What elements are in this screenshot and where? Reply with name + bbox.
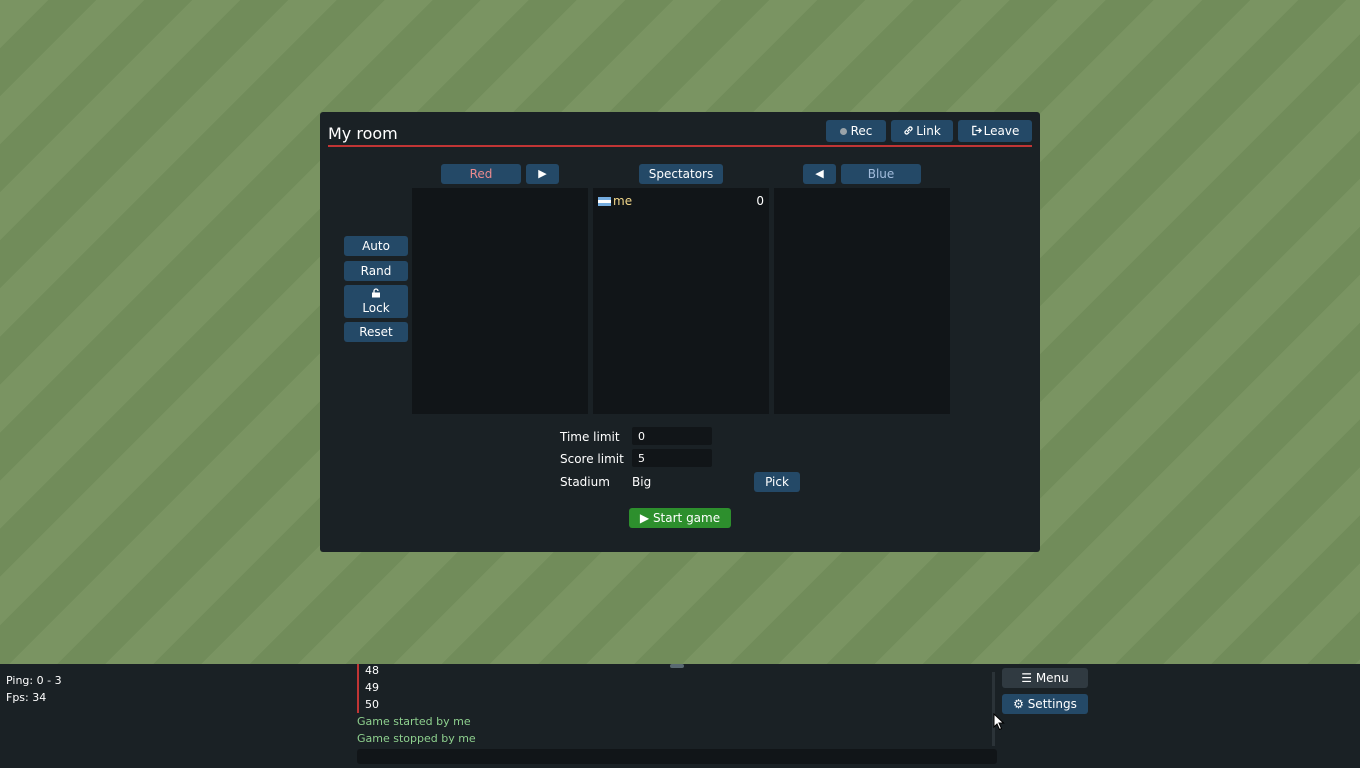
sign-out-icon bbox=[971, 125, 982, 136]
play-arrow-left-icon: ◀ bbox=[815, 167, 824, 180]
join-blue-button[interactable]: Blue bbox=[841, 164, 921, 184]
menu-button[interactable]: ☰ Menu bbox=[1002, 668, 1088, 688]
chat-scrollbar[interactable] bbox=[992, 672, 995, 746]
link-icon bbox=[904, 126, 913, 135]
chat-log: 48 49 50 Game started by me Game stopped… bbox=[357, 664, 993, 746]
chat-line: 50 bbox=[357, 696, 379, 713]
chat-notice: Game stopped by me bbox=[357, 732, 476, 745]
chat-line: 48 bbox=[357, 664, 379, 679]
play-arrow-right-icon: ▶ bbox=[538, 167, 547, 180]
rand-button[interactable]: Rand bbox=[344, 261, 408, 281]
unlock-icon bbox=[344, 288, 408, 301]
blue-team-list[interactable] bbox=[774, 188, 950, 414]
bottom-bar: Ping: 0 - 3 Fps: 34 48 49 50 Game starte… bbox=[0, 664, 1360, 768]
move-to-blue-button[interactable]: ◀ bbox=[803, 164, 836, 184]
link-label: Link bbox=[916, 124, 941, 138]
chat-notice: Game started by me bbox=[357, 715, 471, 728]
play-icon: ▶ bbox=[639, 511, 650, 525]
argentina-flag-icon bbox=[598, 197, 611, 206]
auto-button[interactable]: Auto bbox=[344, 236, 408, 256]
pick-stadium-button[interactable]: Pick bbox=[754, 472, 800, 492]
score-limit-input[interactable] bbox=[632, 449, 712, 467]
chat-input[interactable] bbox=[357, 749, 997, 764]
settings-button[interactable]: ⚙ Settings bbox=[1002, 694, 1088, 714]
red-team-list[interactable] bbox=[412, 188, 588, 414]
time-limit-label: Time limit bbox=[560, 430, 620, 444]
bars-icon: ☰ bbox=[1021, 671, 1032, 685]
reset-button[interactable]: Reset bbox=[344, 322, 408, 342]
ping-readout: Ping: 0 - 3 bbox=[6, 674, 62, 687]
record-dot-icon bbox=[839, 128, 847, 135]
move-to-red-button[interactable]: ▶ bbox=[526, 164, 559, 184]
player-name: me bbox=[613, 194, 633, 208]
player-score: 0 bbox=[756, 194, 764, 208]
stadium-value: Big bbox=[632, 475, 652, 489]
mouse-cursor-icon bbox=[993, 713, 1005, 731]
join-spectators-button[interactable]: Spectators bbox=[639, 164, 723, 184]
spectators-list[interactable]: me 0 bbox=[593, 188, 769, 414]
stats-panel: Ping: 0 - 3 Fps: 34 bbox=[6, 672, 62, 706]
stadium-label: Stadium bbox=[560, 475, 610, 489]
time-limit-input[interactable] bbox=[632, 427, 712, 445]
link-button[interactable]: Link bbox=[891, 120, 953, 142]
rec-label: Rec bbox=[850, 124, 873, 138]
join-red-button[interactable]: Red bbox=[441, 164, 521, 184]
leave-button[interactable]: Leave bbox=[958, 120, 1032, 142]
title-divider bbox=[328, 145, 1032, 147]
lock-label: Lock bbox=[362, 301, 390, 315]
leave-label: Leave bbox=[983, 124, 1020, 138]
chat-line: 49 bbox=[357, 679, 379, 696]
gear-icon: ⚙ bbox=[1013, 697, 1024, 711]
menu-label: Menu bbox=[1035, 671, 1069, 685]
rec-button[interactable]: Rec bbox=[826, 120, 886, 142]
settings-label: Settings bbox=[1027, 697, 1077, 711]
start-game-label: Start game bbox=[652, 511, 721, 525]
room-title: My room bbox=[328, 124, 398, 143]
fps-readout: Fps: 34 bbox=[6, 691, 47, 704]
score-limit-label: Score limit bbox=[560, 452, 624, 466]
room-dialog: My room Rec Link Leave Red ▶ Spectators … bbox=[320, 112, 1040, 552]
lock-button[interactable]: Lock bbox=[344, 285, 408, 318]
player-row[interactable]: me 0 bbox=[598, 193, 764, 209]
start-game-button[interactable]: ▶ Start game bbox=[629, 508, 731, 528]
